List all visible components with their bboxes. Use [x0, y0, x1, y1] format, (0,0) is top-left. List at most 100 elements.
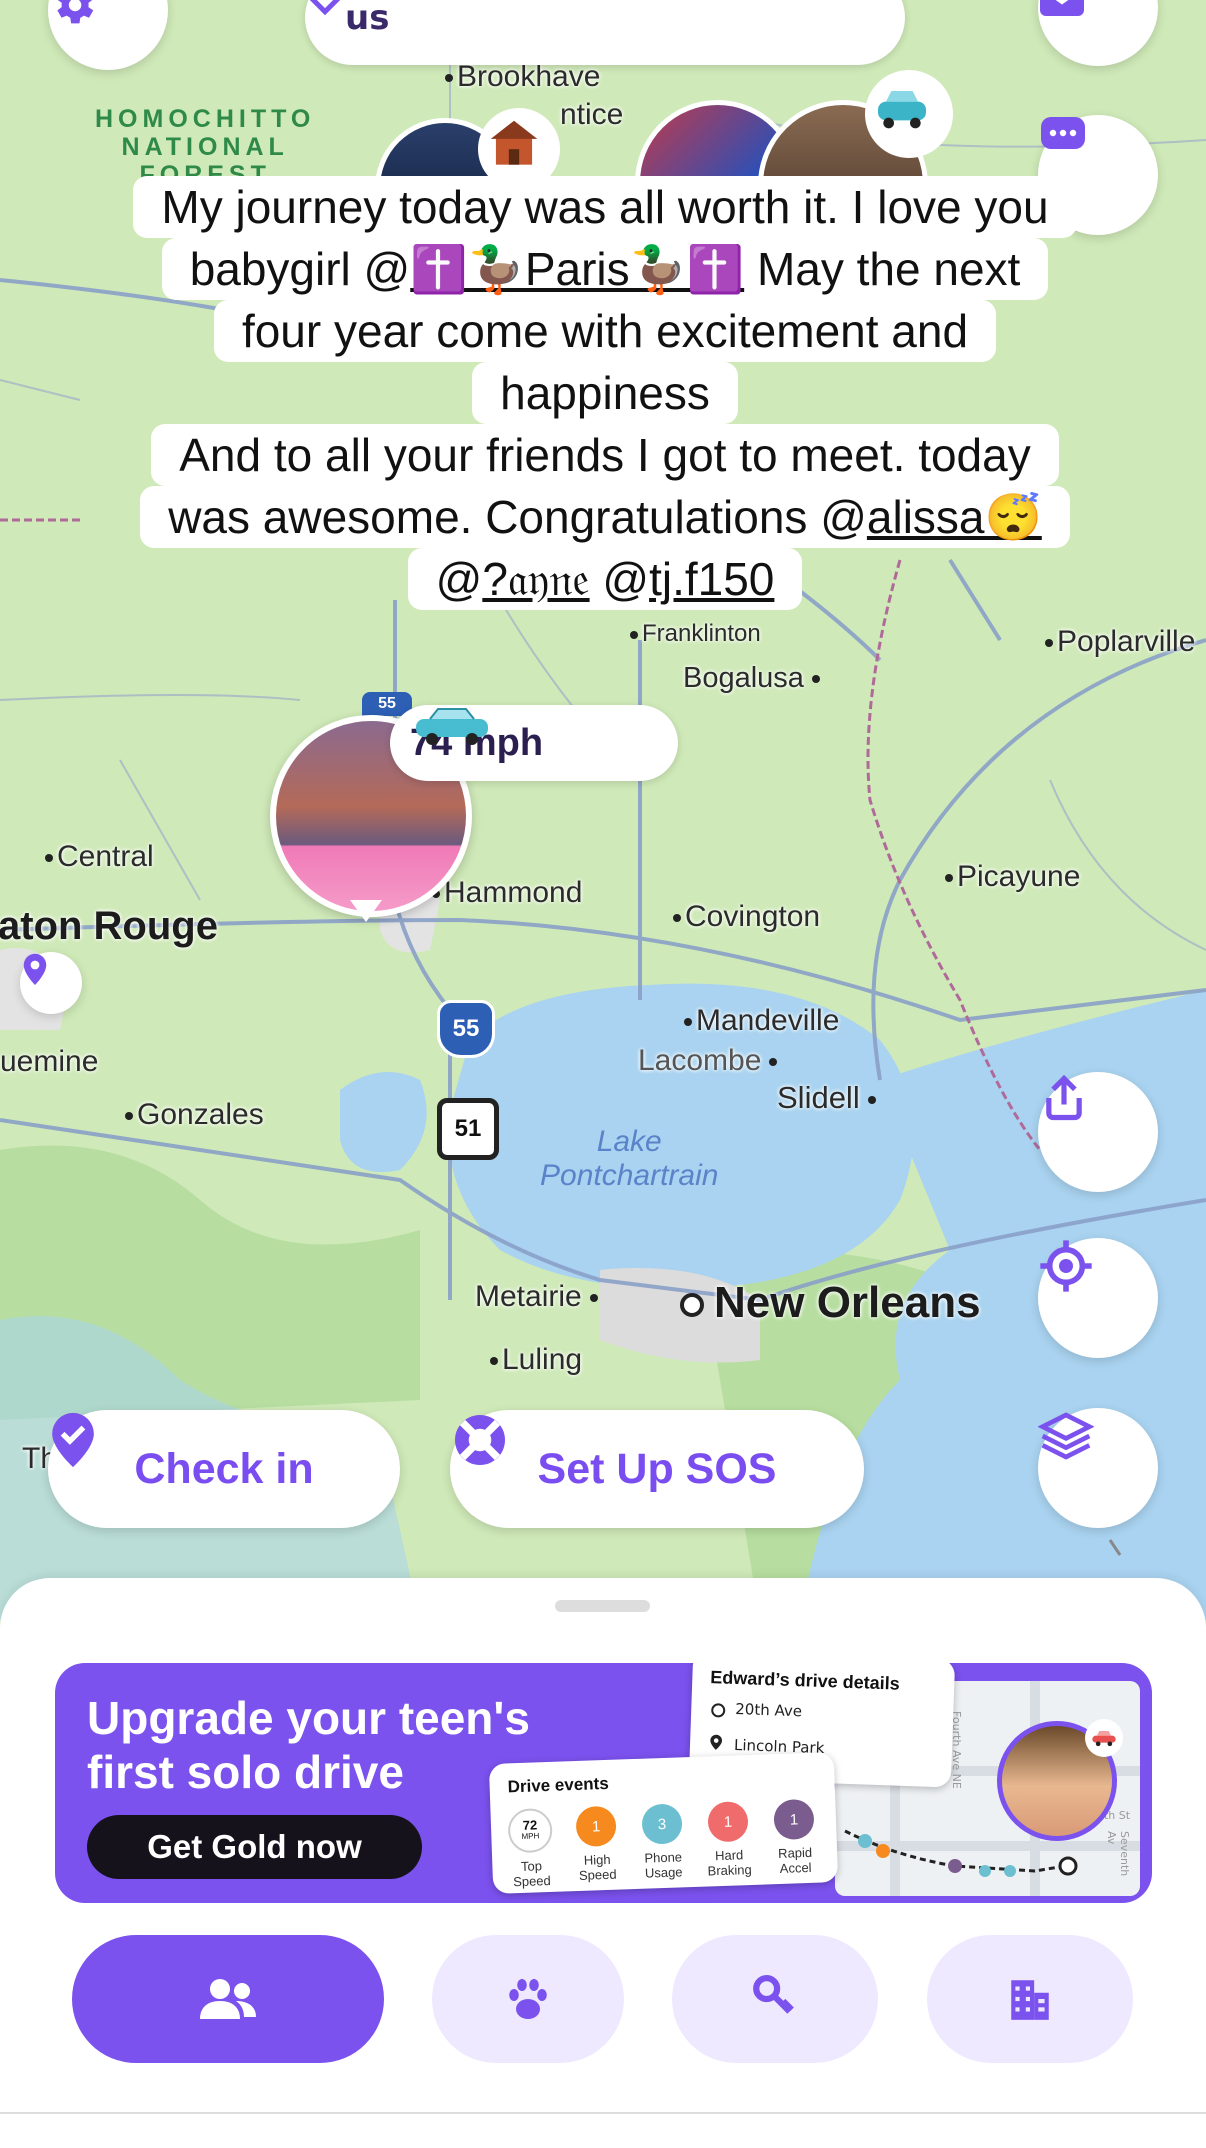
place-hammond: Hammond	[432, 876, 582, 910]
sheet-drag-handle[interactable]	[555, 1600, 650, 1612]
share-icon	[1046, 1074, 1082, 1121]
paw-icon	[509, 1979, 547, 2019]
destination-pin-icon	[710, 1734, 723, 1750]
place-franklinton: Franklinton	[630, 620, 761, 648]
place-baton-rouge-text: aton Rouge	[0, 904, 218, 948]
house-icon	[490, 120, 538, 165]
place-plaquemine-text: uemine	[0, 1045, 99, 1078]
tab-places[interactable]	[927, 1935, 1133, 2063]
interstate-55-shield: 55	[437, 1000, 495, 1058]
car-icon	[416, 708, 488, 745]
check-in-button[interactable]: Check in	[48, 1410, 400, 1528]
place-marker-button[interactable]	[20, 952, 82, 1014]
caption-line-1: My journey today was all worth it. I lov…	[133, 176, 1077, 238]
check-in-label: Check in	[134, 1444, 314, 1493]
circle-selector[interactable]: us	[305, 0, 905, 65]
drive-events-title: Drive events	[507, 1773, 610, 1797]
place-gonzales: Gonzales	[125, 1098, 264, 1132]
event-top-speed-unit: MPH	[521, 1831, 540, 1841]
keys-icon	[753, 1975, 794, 2014]
car-icon	[878, 91, 926, 129]
place-mandeville: Mandeville	[684, 1004, 839, 1038]
speed-badge: 74 mph	[390, 705, 678, 781]
place-new-orleans-text: New Orleans	[714, 1278, 981, 1327]
event-rapid-accel-badge: 1	[773, 1798, 815, 1841]
place-pin-icon	[23, 953, 47, 985]
drive-details-title: Edward’s drive details	[710, 1667, 901, 1694]
event-top-speed-value: 72	[522, 1817, 538, 1833]
caption-line-6: was awesome. Congratulations @alissa😴	[140, 486, 1070, 548]
place-baton-rouge: aton Rouge	[0, 904, 218, 949]
event-phone-usage: 3 Phone Usage	[628, 1803, 697, 1881]
caption-line-5: And to all your friends I got to meet. t…	[151, 424, 1059, 486]
tab-people[interactable]	[72, 1935, 384, 2063]
mention-tj[interactable]: tj.f150	[649, 553, 774, 605]
car-icon	[1092, 1731, 1116, 1747]
bottom-nav-divider	[0, 2112, 1206, 2114]
place-picayune-text: Picayune	[957, 860, 1081, 893]
caption-line-7-mid: @	[589, 553, 650, 605]
layers-icon	[1038, 1412, 1094, 1460]
story-caption: My journey today was all worth it. I lov…	[55, 176, 1155, 610]
share-button[interactable]	[1038, 1072, 1158, 1192]
recenter-button[interactable]	[1038, 1238, 1158, 1358]
caption-line-2-post: May the next	[744, 243, 1021, 295]
tab-pets[interactable]	[432, 1935, 624, 2063]
event-high-speed: 1 High Speed	[562, 1805, 631, 1883]
place-plaquemine: uemine	[0, 1045, 98, 1079]
caption-line-2-pre: babygirl @	[189, 243, 411, 295]
set-up-sos-button[interactable]: Set Up SOS	[450, 1410, 864, 1528]
place-covington: Covington	[673, 900, 820, 934]
event-high-speed-label: High Speed	[578, 1851, 617, 1883]
sos-label: Set Up SOS	[537, 1444, 777, 1493]
mention-ayne[interactable]: ?𝔞𝔶𝔫𝔢	[482, 553, 589, 605]
map-view[interactable]: HOMOCHITTO NATIONAL FOREST Brookhave nti…	[0, 0, 1206, 1620]
event-top-speed: 72 MPH Top Speed	[496, 1807, 565, 1890]
place-hammond-text: Hammond	[444, 876, 583, 909]
interstate-55-shield-top-text: 55	[378, 695, 396, 712]
mention-paris[interactable]: ✝️🦆Paris🦆✝️	[410, 243, 744, 295]
place-antice-text: ntice	[560, 98, 624, 131]
check-pin-icon	[52, 1412, 94, 1468]
event-top-speed-badge: 72 MPH	[507, 1807, 553, 1854]
get-gold-button[interactable]: Get Gold now	[87, 1815, 422, 1879]
place-metairie-text: Metairie	[475, 1280, 582, 1313]
place-slidell-text: Slidell	[777, 1080, 860, 1115]
place-lacombe: Lacombe	[638, 1044, 781, 1078]
chevron-down-icon	[309, 0, 341, 16]
caption-line-3: four year come with excitement and	[213, 300, 997, 362]
member-pin-tail	[350, 900, 382, 922]
event-high-speed-badge: 1	[575, 1805, 617, 1848]
mention-alissa[interactable]: alissa😴	[867, 491, 1042, 543]
place-mandeville-text: Mandeville	[696, 1004, 840, 1037]
banner-title-line-2: first solo drive	[87, 1746, 404, 1798]
event-phone-usage-badge: 3	[641, 1803, 683, 1845]
origin-dot-icon	[710, 1703, 726, 1718]
place-metairie: Metairie	[475, 1280, 602, 1314]
gold-upgrade-banner[interactable]: Upgrade your teen's first solo drive Get…	[55, 1663, 1152, 1903]
interstate-55-shield-text: 55	[452, 1015, 480, 1042]
lifebuoy-icon	[455, 1415, 505, 1465]
drive-origin: 20th Ave	[734, 1699, 803, 1721]
place-luling-text: Luling	[502, 1343, 583, 1376]
gear-icon	[57, 0, 94, 24]
banner-title: Upgrade your teen's first solo drive	[87, 1691, 530, 1799]
people-icon	[200, 1979, 256, 2019]
place-brookhaven: Brookhave	[445, 60, 600, 94]
place-picayune: Picayune	[945, 860, 1080, 894]
map-layers-button[interactable]	[1038, 1408, 1158, 1528]
caption-line-2: babygirl @✝️🦆Paris🦆✝️ May the next	[161, 238, 1049, 300]
place-luling: Luling	[490, 1343, 582, 1377]
tab-items[interactable]	[672, 1935, 878, 2063]
place-central: Central	[45, 840, 154, 874]
place-lacombe-text: Lacombe	[638, 1044, 762, 1077]
event-rapid-accel: 1 Rapid Accel	[760, 1798, 829, 1876]
place-poplarville: Poplarville	[1045, 625, 1195, 659]
crosshair-icon	[1040, 1240, 1092, 1292]
chat-bubble-icon	[1041, 117, 1085, 149]
event-rapid-accel-label: Rapid Accel	[777, 1844, 813, 1876]
caption-line-4: happiness	[472, 362, 738, 424]
building-icon	[1011, 1980, 1049, 2020]
caption-line-7-pre: @	[435, 553, 483, 605]
circle-title: us	[345, 0, 390, 38]
